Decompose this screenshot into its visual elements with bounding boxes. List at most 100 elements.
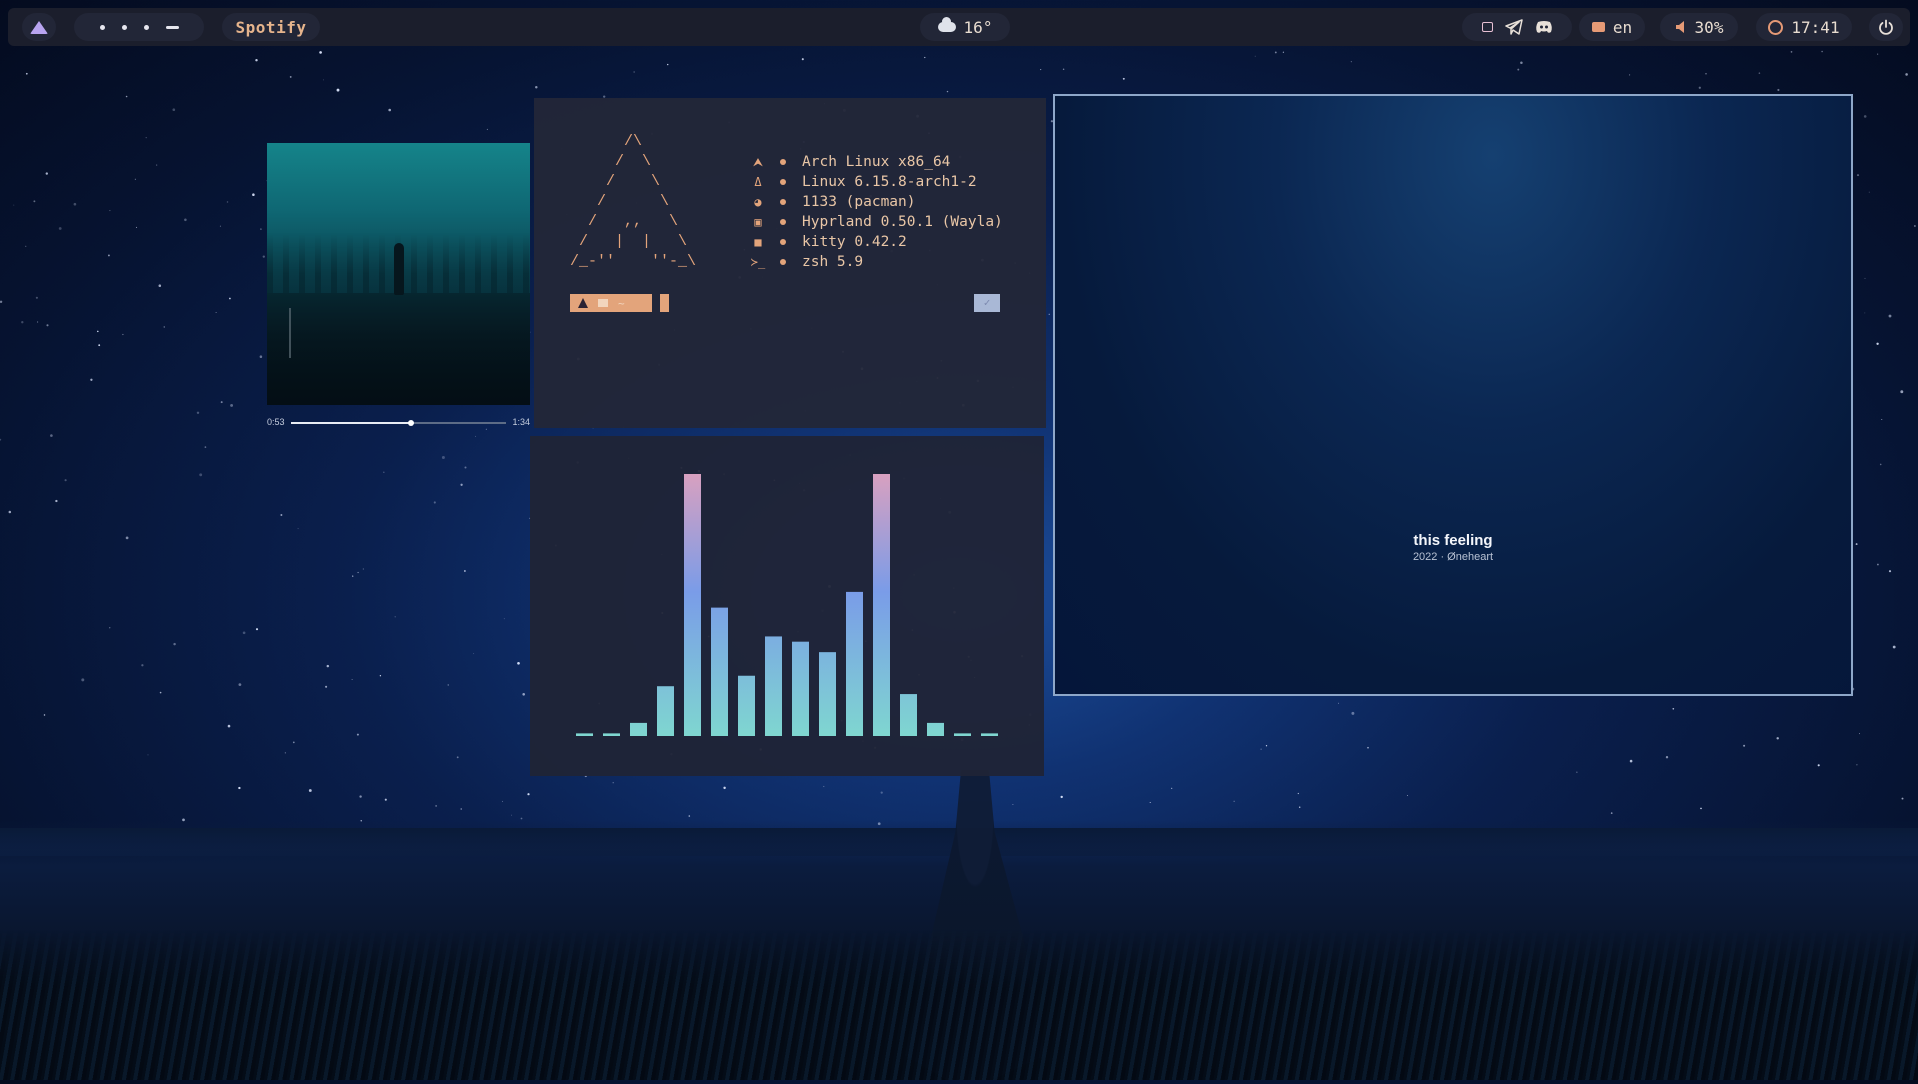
info-row-kernel: Δ Linux 6.15.8-arch1-2 — [750, 172, 1003, 192]
launcher-button[interactable] — [22, 13, 56, 41]
star — [1879, 463, 1882, 466]
kernel-value: Linux 6.15.8-arch1-2 — [802, 174, 977, 190]
text-cursor[interactable] — [660, 294, 669, 312]
star — [501, 800, 504, 803]
weather-widget[interactable]: 16° — [920, 13, 1010, 41]
star — [238, 786, 241, 790]
music-player-window[interactable] — [1053, 94, 1853, 696]
star — [1610, 812, 1613, 814]
star — [158, 284, 162, 287]
visualizer-bar — [684, 474, 701, 736]
star — [475, 435, 477, 437]
discord-icon[interactable] — [1535, 20, 1553, 34]
star — [1863, 115, 1867, 118]
star — [1040, 69, 1042, 71]
star — [1665, 756, 1669, 759]
star — [1859, 733, 1860, 735]
workspace-3[interactable] — [143, 24, 149, 30]
star — [1282, 51, 1285, 53]
arch-ascii-logo: /\ / \ / \ / \ / ,, \ / | | \ /_-'' ''-_… — [570, 133, 697, 270]
star — [260, 228, 262, 231]
terminal-fastfetch-window[interactable]: /\ / \ / \ / \ / ,, \ / | | \ /_-'' ''-_… — [534, 98, 1046, 428]
star — [880, 791, 883, 794]
seek-handle[interactable] — [408, 420, 415, 426]
workspace-4-active[interactable] — [165, 25, 179, 29]
top-bar: Spotify 16° en 30% 17:41 — [8, 8, 1910, 46]
bullet — [780, 239, 786, 245]
audio-visualizer-window[interactable] — [530, 436, 1044, 776]
star — [1817, 764, 1820, 767]
star — [125, 536, 129, 540]
bullet — [780, 199, 786, 205]
star — [25, 245, 27, 247]
star — [522, 693, 525, 696]
star — [383, 471, 385, 473]
visualizer-bar — [711, 607, 728, 736]
keyboard-icon — [1591, 22, 1605, 32]
star — [8, 510, 12, 514]
arch-icon: ⮝ — [752, 154, 764, 169]
telegram-icon[interactable] — [1504, 19, 1523, 35]
shell-value: zsh 5.9 — [802, 254, 864, 270]
star — [145, 137, 147, 139]
visualizer-bar — [900, 694, 917, 736]
keyboard-layout[interactable]: en — [1579, 13, 1645, 41]
star — [1900, 390, 1904, 394]
star — [359, 795, 362, 798]
star — [280, 514, 283, 516]
workspace-1[interactable] — [99, 24, 105, 30]
star — [1864, 277, 1866, 279]
star — [1876, 342, 1879, 345]
star — [1743, 744, 1746, 747]
star — [35, 296, 38, 299]
star — [122, 333, 124, 336]
star — [64, 479, 67, 482]
star — [356, 733, 359, 736]
wm-value: Hyprland 0.50.1 (Wayla) — [802, 214, 1003, 230]
star — [1777, 88, 1780, 92]
seek-bar[interactable]: 0:53 1:34 — [267, 417, 530, 429]
clock-icon — [1768, 19, 1784, 35]
package-icon: ◕ — [754, 195, 762, 209]
star — [259, 355, 263, 358]
seek-track[interactable] — [291, 420, 506, 426]
star — [473, 653, 475, 655]
star — [527, 793, 530, 796]
album-art — [267, 143, 530, 405]
star — [1012, 804, 1014, 805]
star — [535, 85, 538, 89]
star — [1122, 77, 1125, 80]
star — [1888, 570, 1892, 573]
star — [215, 311, 217, 314]
star — [456, 756, 459, 759]
star — [46, 324, 49, 327]
star — [25, 72, 28, 75]
star — [0, 438, 2, 441]
star — [1705, 73, 1707, 75]
power-icon — [1879, 19, 1893, 35]
star — [220, 401, 223, 404]
star — [262, 255, 265, 258]
star — [1367, 746, 1369, 749]
bullet — [780, 159, 786, 165]
workspace-2[interactable] — [121, 24, 127, 30]
volume-widget[interactable]: 30% — [1660, 13, 1738, 41]
window-icon[interactable] — [1481, 22, 1493, 32]
star — [1576, 771, 1578, 773]
star — [1758, 72, 1761, 74]
star — [1265, 745, 1268, 747]
star — [90, 378, 93, 381]
star — [517, 661, 520, 665]
visualizer-bar — [630, 722, 647, 736]
star — [242, 631, 246, 635]
power-button[interactable] — [1869, 13, 1903, 41]
star — [357, 571, 359, 574]
clock-widget[interactable]: 17:41 — [1756, 13, 1852, 41]
volume-level: 30% — [1694, 17, 1724, 37]
star — [1062, 68, 1065, 71]
star — [229, 297, 231, 300]
star — [107, 254, 110, 257]
star — [464, 570, 466, 572]
star — [688, 815, 691, 817]
star — [184, 218, 187, 222]
